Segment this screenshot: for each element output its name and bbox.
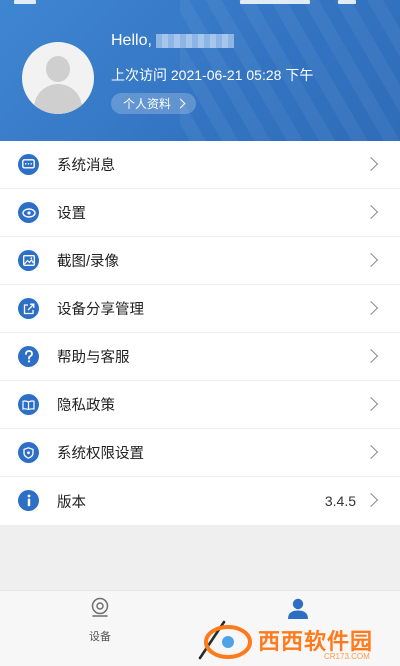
message-icon xyxy=(18,154,39,175)
profile-button[interactable]: 个人资料 xyxy=(111,93,197,114)
image-icon xyxy=(18,250,39,271)
chevron-right-icon xyxy=(363,156,379,172)
info-icon xyxy=(18,490,39,511)
greeting: Hello, xyxy=(111,32,234,50)
menu-item-label: 截图/录像 xyxy=(57,254,120,270)
book-icon xyxy=(18,394,39,415)
menu-item-version[interactable]: 版本 3.4.5 xyxy=(0,477,400,525)
status-bar xyxy=(0,0,400,8)
camera-icon xyxy=(91,597,109,617)
last-visit-text: 上次访问 2021-06-21 05:28 下午 xyxy=(111,67,314,83)
profile-header: Hello, 上次访问 2021-06-21 05:28 下午 个人资料 xyxy=(0,0,400,141)
status-bar-fragment xyxy=(14,0,36,4)
chevron-right-icon xyxy=(363,300,379,316)
greeting-text: Hello, xyxy=(111,32,152,49)
menu-item-privacy-policy[interactable]: 隐私政策 xyxy=(0,381,400,429)
chevron-right-icon xyxy=(363,348,379,364)
chevron-right-icon xyxy=(363,204,379,220)
shield-icon xyxy=(18,442,39,463)
watermark: 西西软件园 CR173.COM xyxy=(194,618,394,662)
avatar-head-shape xyxy=(46,56,70,82)
avatar-body-shape xyxy=(34,84,82,114)
tab-label: 设备 xyxy=(89,631,111,643)
tab-device[interactable]: 设备 xyxy=(60,597,140,644)
status-bar-fragment xyxy=(240,0,310,4)
avatar[interactable] xyxy=(22,42,94,114)
status-bar-fragment xyxy=(338,0,356,4)
menu-item-device-sharing[interactable]: 设备分享管理 xyxy=(0,285,400,333)
menu-item-label: 系统消息 xyxy=(57,158,115,174)
watermark-site: CR173.COM xyxy=(324,652,370,661)
chevron-right-icon xyxy=(363,252,379,268)
menu-item-label: 设备分享管理 xyxy=(57,302,144,318)
menu-item-help[interactable]: 帮助与客服 xyxy=(0,333,400,381)
menu-item-label: 版本 xyxy=(57,494,86,511)
bottom-tab-bar: 设备 西西软件园 CR173.COM xyxy=(0,590,400,666)
help-icon xyxy=(18,346,39,367)
chevron-right-icon xyxy=(363,444,379,460)
menu-item-label: 隐私政策 xyxy=(57,398,115,414)
username-redacted xyxy=(155,34,234,48)
eye-settings-icon xyxy=(18,202,39,223)
chevron-right-icon xyxy=(175,98,186,109)
menu-item-label: 帮助与客服 xyxy=(57,350,130,366)
settings-menu: 系统消息 设置 截图/录像 设备分享管理 帮助与客服 隐私政策 系统权限设置 版… xyxy=(0,141,400,525)
profile-button-label: 个人资料 xyxy=(123,97,172,111)
version-number: 3.4.5 xyxy=(324,493,356,509)
menu-item-system-messages[interactable]: 系统消息 xyxy=(0,141,400,189)
chevron-right-icon xyxy=(363,396,379,412)
menu-item-settings[interactable]: 设置 xyxy=(0,189,400,237)
menu-item-permissions[interactable]: 系统权限设置 xyxy=(0,429,400,477)
menu-item-label: 系统权限设置 xyxy=(57,446,144,462)
menu-item-label: 设置 xyxy=(57,206,86,222)
chevron-right-icon xyxy=(363,492,379,508)
menu-item-screenshots[interactable]: 截图/录像 xyxy=(0,237,400,285)
brand-logo-icon xyxy=(198,620,252,660)
share-icon xyxy=(18,298,39,319)
